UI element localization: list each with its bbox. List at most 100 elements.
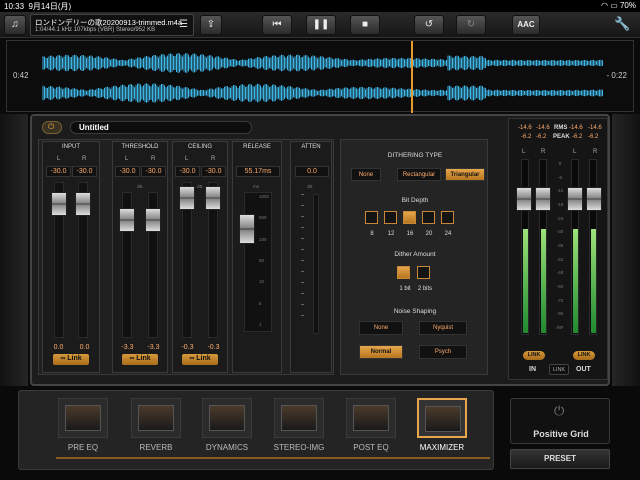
input-r-fader[interactable]	[75, 192, 91, 216]
module-reverb[interactable]	[131, 398, 181, 438]
module-dynamics[interactable]	[202, 398, 252, 438]
input-column: INPUT L R -30.0 -30.0 0.0 0.0 ∞ Link	[42, 141, 100, 373]
atten-value: 0.0	[295, 166, 329, 177]
input-l-value[interactable]: -30.0	[46, 166, 71, 177]
input-l-out: 0.0	[53, 344, 64, 351]
format-button[interactable]: AAC	[512, 15, 540, 35]
waveform-view[interactable]: 0:42 - 0:22	[6, 40, 634, 113]
pause-icon: ❚❚	[312, 19, 330, 30]
dither-amount-1[interactable]	[397, 266, 410, 279]
skip-back-button[interactable]: ⏮	[262, 15, 292, 35]
in-r-fader[interactable]	[535, 187, 551, 211]
module-thumbnail-icon	[209, 405, 245, 431]
noise-shaping-normal[interactable]: Normal	[359, 345, 403, 359]
preset-button[interactable]: PRESET	[510, 449, 610, 469]
noise-shaping-title: Noise Shaping	[393, 308, 437, 315]
preset-name-field[interactable]: Untitled	[70, 121, 252, 134]
threshold-l-label: L	[125, 156, 129, 162]
in-l-fader[interactable]	[516, 187, 532, 211]
battery-icon: ▭	[610, 1, 618, 10]
input-r-label: R	[82, 156, 87, 162]
bit-depth-title: Bit Depth	[401, 197, 429, 204]
wifi-icon: ◠	[600, 1, 608, 10]
power-toggle[interactable]: ⏻	[42, 121, 62, 134]
ceiling-l-label: L	[185, 156, 189, 162]
share-icon[interactable]: ⇪	[200, 15, 222, 35]
noise-shaping-none[interactable]: None	[359, 321, 403, 335]
module-pre-eq[interactable]	[58, 398, 108, 438]
bit-depth-8[interactable]	[365, 211, 378, 224]
threshold-r-fader[interactable]	[145, 208, 161, 232]
in-rms-l: -14.6	[518, 125, 532, 131]
module-maximizer[interactable]	[417, 398, 467, 438]
module-label: MAXIMIZER	[419, 443, 465, 452]
module-stereo-img[interactable]	[274, 398, 324, 438]
out-peak-l: -6.2	[572, 134, 583, 140]
bit-depth-16[interactable]	[403, 211, 416, 224]
ceiling-link-button[interactable]: ∞ Link	[182, 354, 218, 365]
input-link-button[interactable]: ∞ Link	[53, 354, 89, 365]
pause-button[interactable]: ❚❚	[306, 15, 336, 35]
dither-amount-2[interactable]	[417, 266, 430, 279]
input-l-label: L	[57, 156, 61, 162]
meter-scale-tick: 0	[558, 161, 562, 166]
bit-depth-selector: 8 12 16 20 24	[365, 211, 465, 241]
release-scale-tick: 500	[259, 215, 267, 221]
dither-type-triangular[interactable]: Triangular	[445, 168, 485, 181]
ceiling-r-fader[interactable]	[205, 186, 221, 210]
ceiling-l-value[interactable]: -30.0	[175, 166, 200, 177]
music-library-icon[interactable]: ♫	[4, 15, 26, 35]
dithering-type-title: DITHERING TYPE	[387, 152, 443, 159]
playhead[interactable]	[411, 41, 413, 113]
dither-type-none[interactable]: None	[351, 168, 381, 181]
atten-scale-dot	[301, 227, 304, 228]
input-l-fader[interactable]	[51, 192, 67, 216]
meter-scale-tick: -36	[556, 243, 564, 248]
bit-depth-24[interactable]	[441, 211, 454, 224]
threshold-r-value[interactable]: -30.0	[141, 166, 166, 177]
undo-button[interactable]: ↺	[414, 15, 444, 35]
list-icon[interactable]: ☰	[179, 19, 188, 30]
bit-depth-12[interactable]	[384, 211, 397, 224]
out-link-button[interactable]: LINK	[573, 351, 595, 360]
release-scale-tick: 5	[259, 300, 262, 306]
module-label: POST EQ	[353, 443, 389, 452]
redo-button[interactable]: ↻	[456, 15, 486, 35]
out-r-label: R	[593, 149, 598, 155]
out-r-fader[interactable]	[586, 187, 602, 211]
ceiling-r-value[interactable]: -30.0	[201, 166, 226, 177]
bit-depth-20[interactable]	[422, 211, 435, 224]
ceiling-l-fader[interactable]	[179, 186, 195, 210]
threshold-link-button[interactable]: ∞ Link	[122, 354, 158, 365]
input-r-out: 0.0	[79, 344, 90, 351]
threshold-l-fader[interactable]	[119, 208, 135, 232]
threshold-l-value[interactable]: -30.0	[115, 166, 140, 177]
dither-amount-selector: 1 bit 2 bits	[393, 266, 437, 296]
out-l-label: L	[573, 149, 577, 155]
brand-box[interactable]: ⏻ Positive Grid	[510, 398, 610, 444]
release-unit: ms	[253, 184, 259, 189]
in-r-meter	[539, 159, 547, 335]
module-label: DYNAMICS	[205, 443, 249, 452]
release-fader[interactable]	[239, 214, 255, 244]
wrench-icon[interactable]: 🔧	[614, 16, 630, 32]
ceiling-r-out: -0.3	[207, 344, 220, 351]
out-l-fader[interactable]	[567, 187, 583, 211]
file-info-box[interactable]: ロンドンデリーの歌20200913-trimmed.m4a 1:04/44.1 …	[30, 14, 194, 36]
dithering-panel: DITHERING TYPE None Rectangular Triangular…	[340, 139, 488, 375]
module-post-eq[interactable]	[346, 398, 396, 438]
in-link-button[interactable]: LINK	[523, 351, 545, 360]
io-link-button[interactable]: LINK	[549, 364, 569, 375]
in-l-label: L	[522, 149, 526, 155]
module-thumbnail-icon	[138, 405, 174, 431]
out-l-level	[573, 228, 578, 333]
stop-icon: ■	[361, 19, 369, 30]
release-value[interactable]: 55.17ms	[236, 166, 280, 177]
noise-shaping-psych[interactable]: Psych	[419, 345, 467, 359]
stop-button[interactable]: ■	[350, 15, 380, 35]
battery-level: 70%	[619, 1, 636, 10]
in-l-level	[523, 228, 528, 333]
noise-shaping-nyquist[interactable]: Nyquist	[419, 321, 467, 335]
dither-type-rectangular[interactable]: Rectangular	[397, 168, 441, 181]
input-r-value[interactable]: -30.0	[72, 166, 97, 177]
